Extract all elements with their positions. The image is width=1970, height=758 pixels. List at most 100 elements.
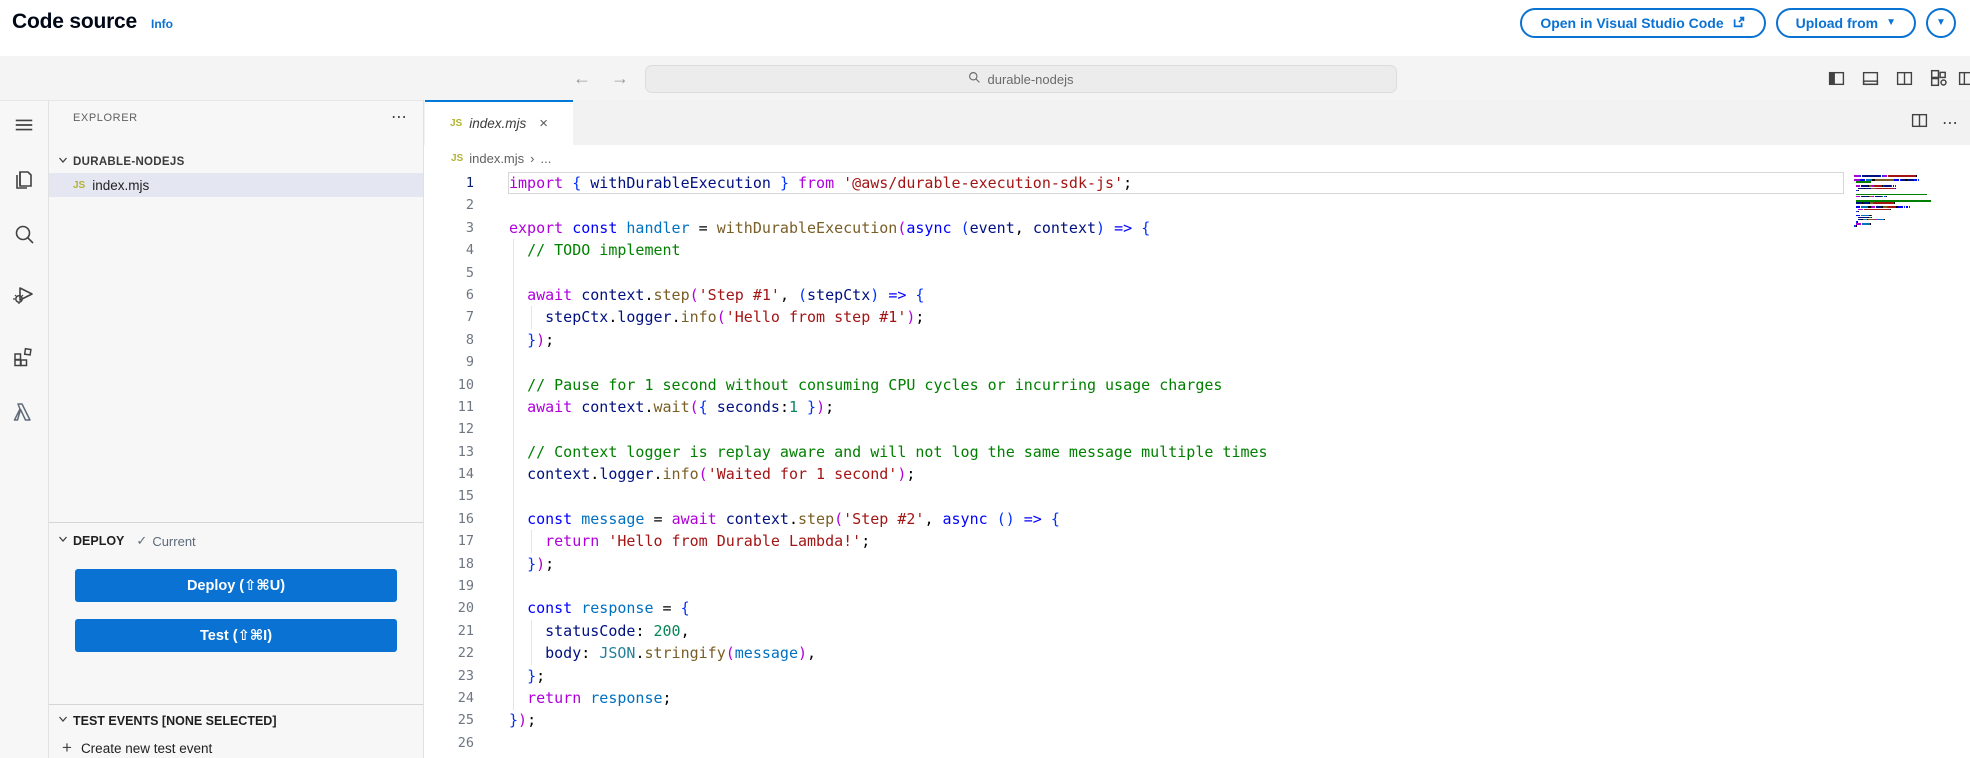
line-number: 24 xyxy=(424,687,474,709)
code-line[interactable]: 1import { withDurableExecution } from '@… xyxy=(424,172,1970,194)
line-number: 12 xyxy=(424,418,474,440)
code-token: 200 xyxy=(654,622,681,640)
code-token: ; xyxy=(861,532,870,550)
code-token: ) xyxy=(816,398,825,416)
chevron-down-icon xyxy=(57,532,69,550)
close-icon[interactable]: × xyxy=(539,115,548,132)
tree-folder-durable-nodejs[interactable]: DURABLE-NODEJS xyxy=(49,151,423,173)
line-number: 9 xyxy=(424,351,474,373)
lambda-icon[interactable] xyxy=(0,400,47,424)
explorer-sidebar: EXPLORER ⋯ DURABLE-NODEJS JS index.mjs D… xyxy=(49,100,424,758)
code-line[interactable]: 25}); xyxy=(424,709,1970,731)
code-token xyxy=(952,219,961,237)
layout-clipped-icon[interactable] xyxy=(1958,70,1970,92)
history-back-icon[interactable]: ← xyxy=(573,68,591,89)
code-line[interactable]: 4 // TODO implement xyxy=(424,239,1970,261)
code-token: 'Hello from step #1' xyxy=(726,308,907,326)
code-token: . xyxy=(590,465,599,483)
code-line[interactable]: 6 await context.step('Step #1', (stepCtx… xyxy=(424,284,1970,306)
code-line[interactable]: 18 }); xyxy=(424,553,1970,575)
code-token: } xyxy=(509,711,518,729)
deploy-button[interactable]: Deploy (⇧⌘U) xyxy=(75,569,397,602)
command-center-search[interactable]: durable-nodejs xyxy=(645,65,1397,93)
customize-layout-icon[interactable] xyxy=(1930,69,1948,87)
history-forward-icon[interactable]: → xyxy=(611,68,629,89)
create-test-event-item[interactable]: + Create new test event xyxy=(49,738,423,758)
code-token xyxy=(581,174,590,192)
info-link[interactable]: Info xyxy=(151,17,173,31)
test-button[interactable]: Test (⇧⌘I) xyxy=(75,619,397,652)
code-token xyxy=(509,376,527,394)
upload-from-button[interactable]: Upload from ▼ xyxy=(1776,8,1916,38)
line-number: 13 xyxy=(424,441,474,463)
line-number: 15 xyxy=(424,485,474,507)
code-line[interactable]: 15 xyxy=(424,485,1970,507)
code-line[interactable]: 8 }); xyxy=(424,329,1970,351)
code-line[interactable]: 17 return 'Hello from Durable Lambda!'; xyxy=(424,530,1970,552)
code-line[interactable]: 14 context.logger.info('Waited for 1 sec… xyxy=(424,463,1970,485)
code-line[interactable]: 5 xyxy=(424,262,1970,284)
explorer-more-actions-icon[interactable]: ⋯ xyxy=(391,110,407,126)
code-line[interactable]: 7 stepCtx.logger.info('Hello from step #… xyxy=(424,306,1970,328)
breadcrumb-file[interactable]: index.mjs xyxy=(469,151,524,166)
code-line[interactable]: 10 // Pause for 1 second without consumi… xyxy=(424,374,1970,396)
code-token: // Pause for 1 second without consuming … xyxy=(527,376,1222,394)
code-line[interactable]: 13 // Context logger is replay aware and… xyxy=(424,441,1970,463)
deploy-section-header[interactable]: DEPLOY ✓ Current xyxy=(49,529,423,553)
layout-panel-bottom-icon[interactable] xyxy=(1862,70,1879,87)
code-token: ; xyxy=(663,689,672,707)
code-token xyxy=(572,398,581,416)
code-line[interactable]: 12 xyxy=(424,418,1970,440)
code-line[interactable]: 23 }; xyxy=(424,665,1970,687)
code-token: ; xyxy=(545,331,554,349)
code-token xyxy=(563,174,572,192)
code-line[interactable]: 26 xyxy=(424,732,1970,754)
tree-file-index-mjs[interactable]: JS index.mjs xyxy=(49,173,423,197)
code-line[interactable]: 20 const response = { xyxy=(424,597,1970,619)
line-number: 14 xyxy=(424,463,474,485)
code-line[interactable]: 3export const handler = withDurableExecu… xyxy=(424,217,1970,239)
code-token xyxy=(599,532,608,550)
code-line[interactable]: 24 return response; xyxy=(424,687,1970,709)
layout-split-right-icon[interactable] xyxy=(1896,70,1913,87)
code-line[interactable]: 11 await context.wait({ seconds:1 }); xyxy=(424,396,1970,418)
code-token xyxy=(708,398,717,416)
open-in-vscode-button[interactable]: Open in Visual Studio Code xyxy=(1520,8,1765,38)
editor-more-actions-icon[interactable]: ⋯ xyxy=(1942,113,1958,133)
code-line[interactable]: 22 body: JSON.stringify(message), xyxy=(424,642,1970,664)
code-token: withDurableExecution xyxy=(717,219,898,237)
code-token: } xyxy=(807,398,816,416)
code-line[interactable]: 21 statusCode: 200, xyxy=(424,620,1970,642)
code-token xyxy=(834,174,843,192)
code-line[interactable]: 19 xyxy=(424,575,1970,597)
code-token: const xyxy=(527,599,572,617)
code-token: . xyxy=(644,286,653,304)
code-token: await xyxy=(527,398,572,416)
code-line[interactable]: 2 xyxy=(424,194,1970,216)
code-token: } xyxy=(527,667,536,685)
code-token: ) xyxy=(1096,219,1105,237)
tab-index-mjs[interactable]: JS index.mjs × xyxy=(425,100,573,145)
code-editor[interactable]: 1import { withDurableExecution } from '@… xyxy=(424,172,1970,758)
code-token: ( xyxy=(997,510,1006,528)
files-icon[interactable] xyxy=(0,168,47,192)
extensions-icon[interactable] xyxy=(0,343,47,367)
run-debug-icon[interactable] xyxy=(0,282,47,306)
test-events-section-header[interactable]: TEST EVENTS [NONE SELECTED] xyxy=(49,711,423,731)
breadcrumb-more[interactable]: ... xyxy=(541,151,552,166)
code-line[interactable]: 16 const message = await context.step('S… xyxy=(424,508,1970,530)
code-token: context xyxy=(581,398,644,416)
code-line[interactable]: 9 xyxy=(424,351,1970,373)
menu-icon[interactable] xyxy=(0,114,47,136)
search-icon[interactable] xyxy=(0,222,47,246)
line-number: 8 xyxy=(424,329,474,351)
more-actions-dropdown-button[interactable]: ▼ xyxy=(1926,8,1956,38)
layout-sidebar-left-icon[interactable] xyxy=(1828,70,1845,87)
divider xyxy=(49,522,423,523)
code-token: : xyxy=(581,644,599,662)
code-token: , xyxy=(924,510,942,528)
split-editor-icon[interactable] xyxy=(1911,112,1928,134)
minimap[interactable] xyxy=(1854,175,1940,229)
line-number: 5 xyxy=(424,262,474,284)
code-token xyxy=(509,532,545,550)
